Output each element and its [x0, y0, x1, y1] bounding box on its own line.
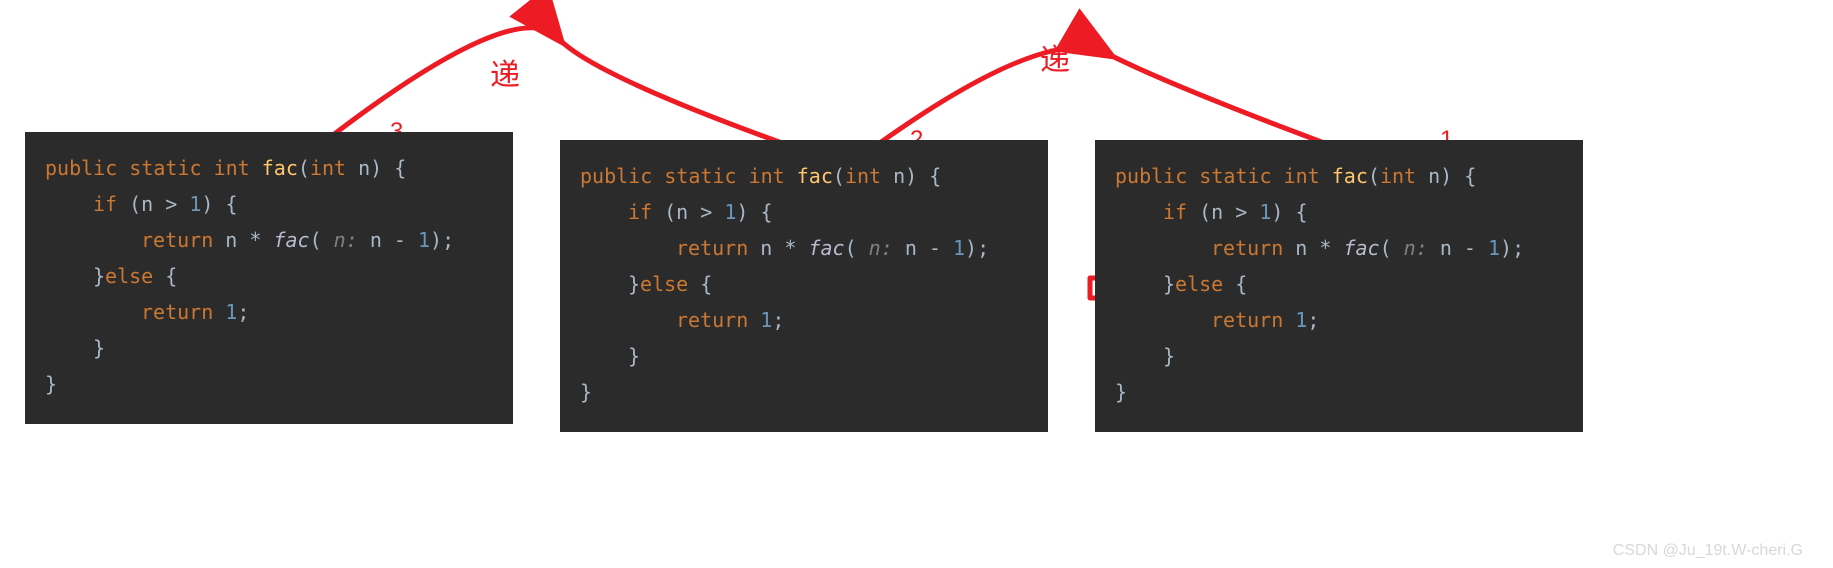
code-line: return 1;: [580, 302, 1028, 338]
code-line: }: [580, 338, 1028, 374]
code-line: public static int fac(int n) {: [45, 150, 493, 186]
code-block-2: public static int fac(int n) { if (n > 1…: [560, 140, 1048, 432]
code-line: return 1;: [45, 294, 493, 330]
code-line: }else {: [1115, 266, 1563, 302]
code-line: }: [1115, 374, 1563, 410]
code-line: if (n > 1) {: [45, 186, 493, 222]
watermark: CSDN @Ju_19t.W-cheri.G: [1613, 542, 1803, 560]
arrow-2: [870, 48, 1110, 150]
code-line: return n * fac( n: n - 1);: [1115, 230, 1563, 266]
code-line: return 1;: [1115, 302, 1563, 338]
code-line: }: [45, 330, 493, 366]
code-block-3: public static int fac(int n) { if (n > 1…: [1095, 140, 1583, 432]
code-line: }: [580, 374, 1028, 410]
code-line: }else {: [45, 258, 493, 294]
code-line: return n * fac( n: n - 1);: [580, 230, 1028, 266]
code-line: }: [45, 366, 493, 402]
code-block-1: public static int fac(int n) { if (n > 1…: [25, 132, 513, 424]
code-line: if (n > 1) {: [1115, 194, 1563, 230]
code-line: }: [1115, 338, 1563, 374]
code-line: public static int fac(int n) {: [1115, 158, 1563, 194]
code-line: public static int fac(int n) {: [580, 158, 1028, 194]
arrow-1: [320, 28, 560, 145]
label-di-1: 递: [490, 50, 520, 94]
code-line: return n * fac( n: n - 1);: [45, 222, 493, 258]
code-line: if (n > 1) {: [580, 194, 1028, 230]
label-di-2: 递: [1040, 35, 1070, 79]
code-line: }else {: [580, 266, 1028, 302]
